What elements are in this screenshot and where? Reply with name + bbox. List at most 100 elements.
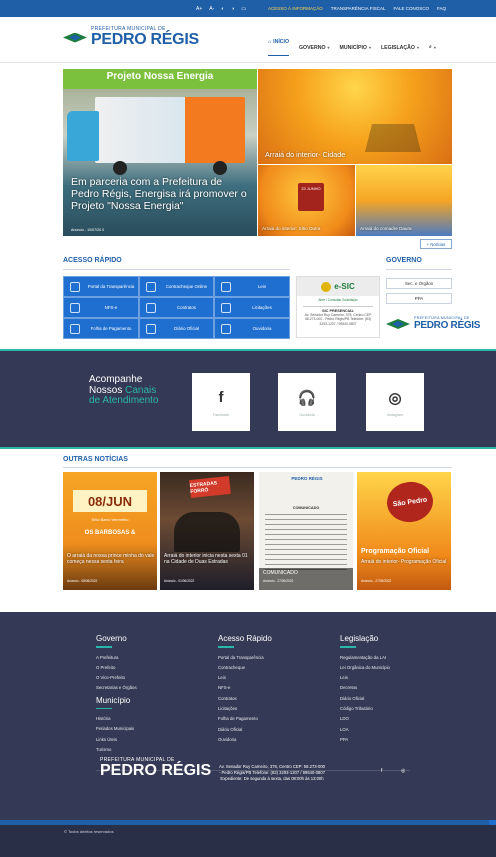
- news-card[interactable]: ESTRADAS FORRÓ Arraiá do interior inicia…: [160, 472, 254, 590]
- nav-municipio[interactable]: MUNICÍPIO ▾: [340, 39, 371, 56]
- top-utility-bar: A+ A- ◐ ◑ ▭ ACESSO À INFORMAÇÃO TRANSPAR…: [0, 0, 496, 17]
- footer-link[interactable]: A Prefeitura: [96, 653, 137, 663]
- more-news-button[interactable]: + Notícias: [420, 239, 452, 249]
- footer-heading: Legislação: [340, 634, 379, 643]
- footer-link[interactable]: Leis: [218, 673, 272, 683]
- news-card[interactable]: PEDRO RÉGIS COMUNICADO COMUNICADO Anúnci…: [259, 472, 353, 590]
- footer-link[interactable]: LDO: [340, 714, 390, 724]
- news-sub: Sítio Barro Vermelho: [91, 517, 129, 522]
- footer-link[interactable]: Diário Oficial: [218, 725, 272, 735]
- qa-diario-oficial[interactable]: Diário Oficial: [139, 318, 214, 339]
- qa-folha-pagamento[interactable]: Folha de Pagamento: [63, 318, 139, 339]
- payroll-icon: [70, 323, 80, 334]
- ouvidoria-card[interactable]: 🎧 Ouvidoria: [278, 373, 336, 431]
- footer-link[interactable]: Decretos: [340, 683, 390, 693]
- footer-link[interactable]: Feriados Municipais: [96, 724, 137, 734]
- qa-nfse[interactable]: NFS-e: [63, 297, 139, 318]
- divider: [340, 646, 356, 648]
- footer-link[interactable]: Lei Orgânica do Município: [340, 663, 390, 673]
- esic-link[interactable]: Abrir / Consultar Solicitação: [297, 298, 379, 302]
- nav-inicio[interactable]: ⌂ INÍCIO: [268, 39, 289, 56]
- font-decrease-button[interactable]: A-: [209, 6, 214, 12]
- facebook-icon[interactable]: f: [381, 768, 382, 774]
- hero-news-small-1[interactable]: 23 JUNHO Arraiá do interior: Sítio Outra: [258, 165, 355, 236]
- footer-link[interactable]: Folha de Pagamento: [218, 714, 272, 724]
- screen-icon[interactable]: ▭: [241, 6, 246, 12]
- footer-link[interactable]: Licitações: [218, 704, 272, 714]
- hero-s1-caption: Arraiá do interior: Sítio Outra: [262, 226, 321, 231]
- hero-news-small-2[interactable]: Arraiá do comadre Daura: [356, 165, 452, 236]
- hero-news-big[interactable]: Arraiá do interior- Cidade: [258, 69, 452, 164]
- footer-link[interactable]: Código Tributário: [340, 704, 390, 714]
- footer-link[interactable]: História: [96, 714, 137, 724]
- news-tag: ESTRADAS FORRÓ: [189, 475, 231, 499]
- news-card[interactable]: São Pedro Programação Oficial Arraiá do …: [357, 472, 451, 590]
- document-icon: [221, 281, 231, 292]
- link-transparencia-fiscal[interactable]: TRANSPARÊNCIA FISCAL: [331, 6, 386, 11]
- footer-address: Av. Senador Ruy Carneiro, 378, Centro CE…: [218, 764, 326, 781]
- footer-link[interactable]: Links Úteis: [96, 735, 137, 745]
- footer-link[interactable]: Contracheque: [218, 663, 272, 673]
- divider: [218, 646, 234, 648]
- footer-link[interactable]: NFS-e: [218, 683, 272, 693]
- facebook-label: Facebook: [213, 412, 229, 417]
- back-to-top-button[interactable]: [489, 820, 496, 825]
- qa-licitacoes[interactable]: Licitações: [214, 297, 290, 318]
- contrast-alt-icon[interactable]: ◑: [231, 6, 234, 12]
- ouvidoria-label: Ouvidoria: [299, 412, 315, 417]
- nav-municipio-label: MUNICÍPIO: [339, 44, 367, 51]
- hero-main-caption[interactable]: Em parceria com a Prefeitura de Pedro Ré…: [71, 176, 251, 212]
- esic-panel[interactable]: e-SIC Abrir / Consultar Solicitação SIC …: [296, 276, 380, 338]
- nav-governo[interactable]: GOVERNO ▾: [299, 39, 330, 56]
- footer-logo[interactable]: PREFEITURA MUNICIPAL DE PEDRO RÉGIS: [100, 758, 211, 779]
- headset-icon: 🎧: [297, 389, 317, 407]
- news-meta: Anúncio - 01/06/2022: [164, 579, 195, 583]
- footer-link[interactable]: Contratos: [218, 694, 272, 704]
- search-icon: [70, 281, 80, 292]
- bottom-accent: [0, 820, 496, 825]
- footer-link[interactable]: LOA: [340, 725, 390, 735]
- news-card[interactable]: 08/JUN Sítio Barro Vermelho OS BARBOSAS …: [63, 472, 157, 590]
- sec-orgaos-button[interactable]: Sec. e Órgãos: [386, 278, 452, 289]
- footer-link[interactable]: Secretarias e Órgãos: [96, 683, 137, 693]
- footer-link[interactable]: Portal da Transparência: [218, 653, 272, 663]
- esic-brand: e-SIC: [334, 282, 355, 291]
- font-increase-button[interactable]: A+: [196, 6, 202, 12]
- footer-link[interactable]: Diário Oficial: [340, 694, 390, 704]
- qa-leis[interactable]: Leis: [214, 276, 290, 297]
- contract-icon: [146, 302, 156, 313]
- link-faq[interactable]: FAQ: [437, 6, 446, 11]
- footer-link[interactable]: O Prefeito: [96, 663, 137, 673]
- qa-contracheque[interactable]: Contracheque Online: [139, 276, 214, 297]
- footer-link[interactable]: PPA: [340, 735, 390, 745]
- instagram-card[interactable]: ◎ Instagram: [366, 373, 424, 431]
- search-button[interactable]: ⌕ ▾: [429, 39, 436, 56]
- footer-link[interactable]: Regulamentação da LAI: [340, 653, 390, 663]
- footer-link[interactable]: Leis: [340, 673, 390, 683]
- social-title-line3: de: [89, 395, 101, 406]
- qa-label: Leis: [257, 284, 267, 289]
- footer-link[interactable]: Turismo: [96, 745, 137, 755]
- governo-logo: PREFEITURA MUNICIPAL DE PEDRO RÉGIS: [386, 317, 480, 331]
- qa-contratos[interactable]: Contratos: [139, 297, 214, 318]
- site-logo[interactable]: PREFEITURA MUNICIPAL DE PEDRO RÉGIS: [63, 27, 199, 48]
- qa-portal-transparencia[interactable]: Portal da Transparência: [63, 276, 139, 297]
- link-acesso-informacao[interactable]: ACESSO À INFORMAÇÃO: [268, 6, 323, 11]
- news-caption: Arraiá do interior- Programação Oficial: [361, 559, 447, 565]
- footer-link[interactable]: O Vice-Prefeito: [96, 673, 137, 683]
- footer-col-legislacao: Legislação Regulamentação da LAI Lei Org…: [340, 634, 390, 745]
- qa-ouvidoria[interactable]: Ouvidoria: [214, 318, 290, 339]
- footer-link[interactable]: Ouvidoria: [218, 735, 272, 745]
- main-nav: ⌂ INÍCIO GOVERNO ▾ MUNICÍPIO ▾ LEGISLAÇÃO ▾ …: [268, 39, 436, 56]
- gavel-icon: [221, 302, 231, 313]
- contrast-icon[interactable]: ◐: [221, 6, 224, 12]
- nav-inicio-label: INÍCIO: [273, 39, 289, 45]
- instagram-icon[interactable]: ◎: [401, 768, 405, 774]
- festival-badge: São Pedro: [384, 478, 436, 526]
- ppa-button[interactable]: PPA: [386, 293, 452, 304]
- facebook-card[interactable]: f Facebook: [192, 373, 250, 431]
- link-fale-conosco[interactable]: FALE CONOSCO: [393, 6, 429, 11]
- nav-legislacao[interactable]: LEGISLAÇÃO ▾: [381, 39, 419, 56]
- footer-col-governo: Governo A Prefeitura O Prefeito O Vice-P…: [96, 634, 137, 755]
- hero-main-news[interactable]: Projeto Nossa Energia Em parceria com a …: [63, 69, 257, 236]
